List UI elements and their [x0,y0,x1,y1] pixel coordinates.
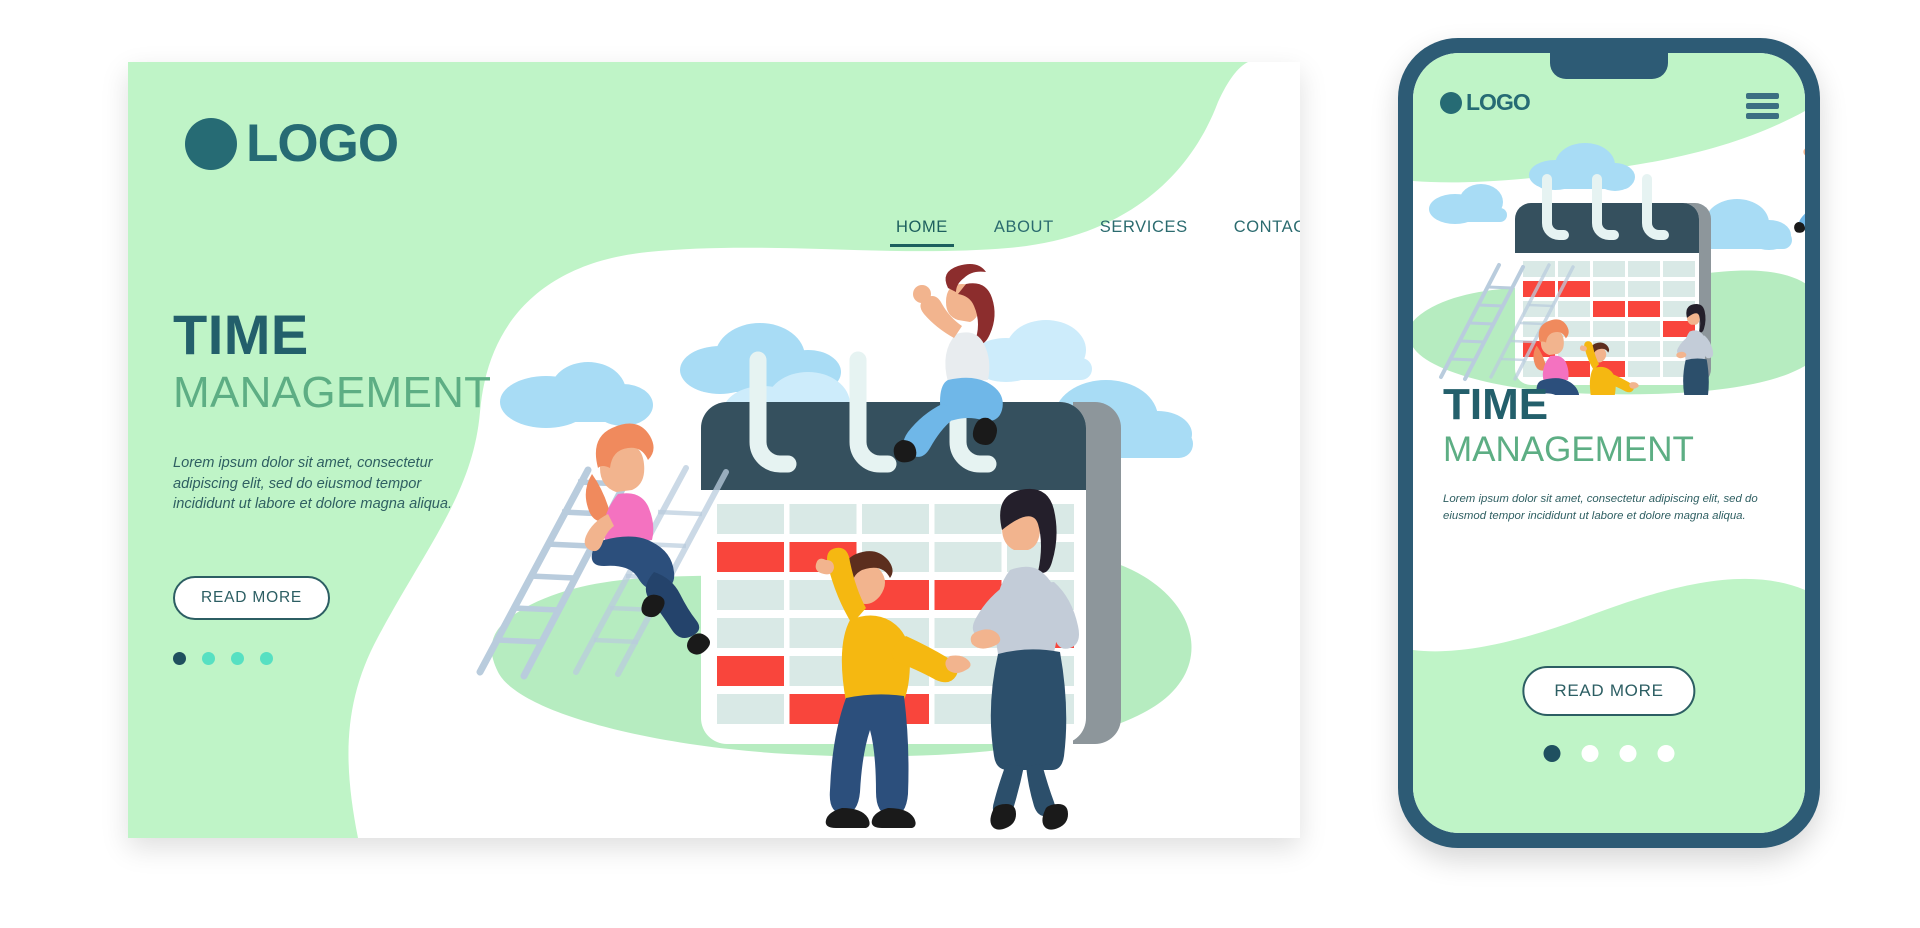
phone-read-more-button[interactable]: READ MORE [1522,666,1696,716]
hamburger-bar [1746,113,1779,119]
calendar-cell [717,694,784,724]
phone-carousel-dots [1543,745,1675,762]
calendar-cell [1663,281,1695,297]
circle-dot-icon [1440,91,1462,114]
calendar-cell [717,504,784,534]
read-more-button[interactable]: READ MORE [173,575,331,620]
phone-page-title-primary: TIME [1443,380,1549,429]
calendar-cell [717,542,784,572]
carousel-dot-3[interactable] [231,651,244,665]
calendar-cell [1628,281,1660,297]
phone-notch [1550,53,1668,79]
calendar-cell [1663,261,1695,277]
phone-hero-content: TIME MANAGEMENT Lorem ipsum dolor sit am… [1443,383,1773,535]
calendar-cell [1593,281,1625,297]
calendar-cell [1593,261,1625,277]
phone-page-title-secondary: MANAGEMENT [1443,430,1694,469]
hamburger-bar [1746,93,1779,99]
calendar-cell [934,542,1002,572]
calendar-cell [1628,301,1660,317]
carousel-dot-4[interactable] [260,651,273,665]
calendar-cell [1593,321,1625,337]
desktop-header: LOGO HOME ABOUT SERVICES CONTACT [128,62,1300,247]
calendar-cell [934,504,1002,534]
phone-logo-text: LOGO [1466,89,1531,115]
cloud-icon [1429,184,1507,224]
calendar-cell [1523,261,1555,277]
calendar-cell [1628,341,1660,357]
main-navigation: HOME ABOUT SERVICES CONTACT [873,217,1300,247]
nav-item-services[interactable]: SERVICES [1077,218,1211,237]
calendar-cell [862,504,929,534]
hamburger-bar [1746,103,1779,109]
phone-carousel-dot-4[interactable] [1657,745,1675,762]
mobile-phone-mockup: LOGO TIME MANAGEMENT Lorem ipsum dolor s… [1398,38,1820,848]
calendar-cell [1628,261,1660,277]
page-title-secondary: MANAGEMENT [173,368,492,417]
calendar-cell [789,504,857,534]
phone-carousel-dot-3[interactable] [1619,745,1637,762]
phone-carousel-dot-1[interactable] [1543,745,1561,762]
nav-item-about[interactable]: ABOUT [971,218,1077,237]
phone-carousel-dot-2[interactable] [1581,745,1599,762]
calendar-cell [1593,301,1625,317]
desktop-landing-page-card: LOGO HOME ABOUT SERVICES CONTACT TIME MA… [128,62,1300,838]
calendar-cell [1558,301,1590,317]
calendar-cell [717,580,784,610]
logo-text: LOGO [246,114,399,173]
carousel-dots [173,651,603,665]
calendar-cell [717,618,784,648]
logo[interactable]: LOGO [185,114,399,173]
circle-dot-icon [185,117,237,170]
desktop-hero-content: TIME MANAGEMENT Lorem ipsum dolor sit am… [173,307,603,665]
calendar-cell [1628,321,1660,337]
phone-screen: LOGO TIME MANAGEMENT Lorem ipsum dolor s… [1413,53,1805,833]
carousel-dot-1[interactable] [173,651,186,665]
nav-item-home[interactable]: HOME [873,218,971,247]
phone-logo[interactable]: LOGO [1440,89,1531,115]
calendar-cell [1628,361,1660,377]
calendar-cell [1558,261,1590,277]
calendar-cell [717,656,784,686]
carousel-dot-2[interactable] [202,651,215,665]
hamburger-menu-icon[interactable] [1746,93,1779,119]
hero-paragraph: Lorem ipsum dolor sit amet, consectetur … [173,454,453,513]
nav-item-contact[interactable]: CONTACT [1211,218,1300,237]
page-title-primary: TIME [173,303,309,366]
phone-hero-paragraph: Lorem ipsum dolor sit amet, consectetur … [1443,493,1758,522]
